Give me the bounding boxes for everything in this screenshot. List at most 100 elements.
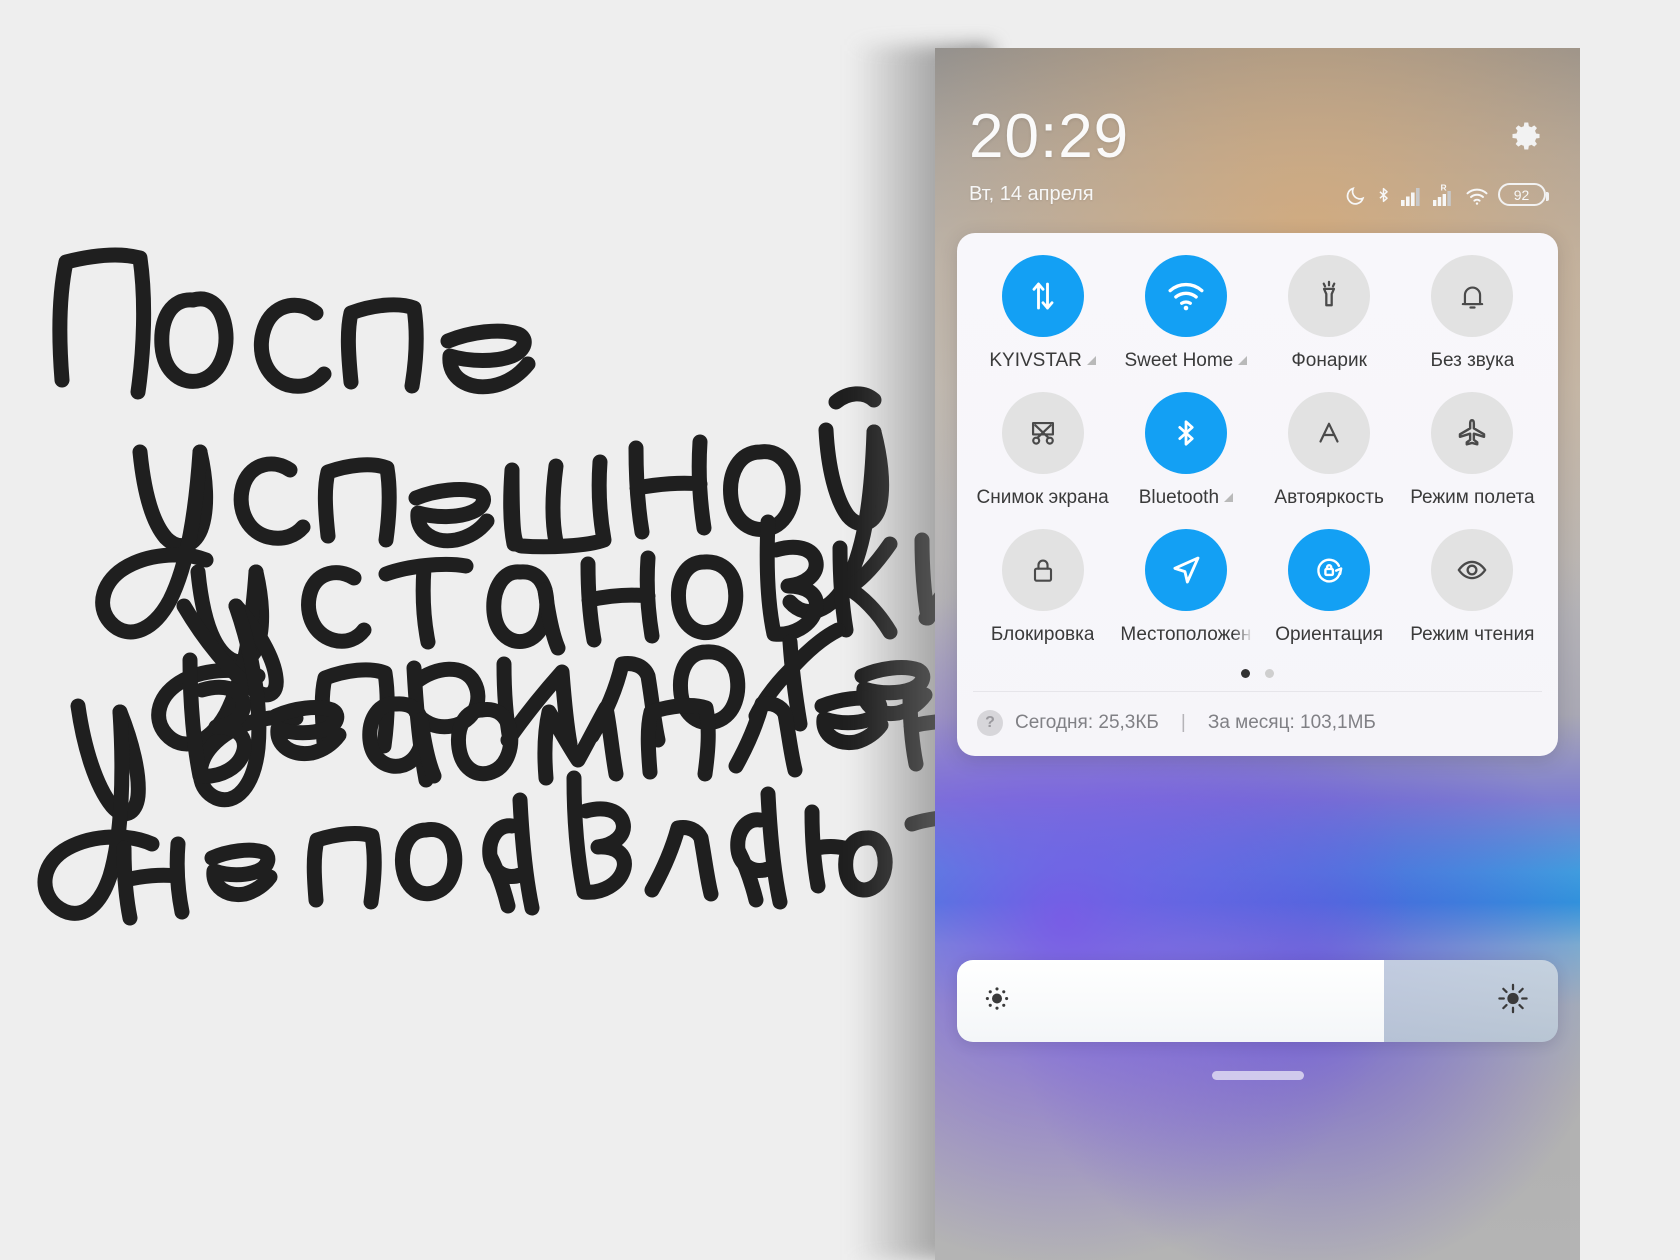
tile-label-text: Sweet Home <box>1124 350 1234 371</box>
eye-icon <box>1458 560 1487 580</box>
tile-icon-wrap <box>1144 255 1227 337</box>
tile-label: Режим чтения <box>1410 624 1534 646</box>
tile-label-text: Без звука <box>1430 350 1515 371</box>
data-usage-separator: | <box>1180 712 1186 733</box>
signal-corner-icon <box>1224 492 1234 502</box>
tile-label: KYIVSTAR <box>989 350 1096 372</box>
quick-settings-panel: KYIVSTAR Sweet Home Фонарик Без звука Сн… <box>957 233 1558 756</box>
tile-screenshot[interactable]: Снимок экрана <box>971 392 1114 523</box>
system-status-icons: R 92 <box>1345 182 1549 206</box>
tile-label: Режим полета <box>1410 487 1534 509</box>
tile-wifi[interactable]: Sweet Home <box>1114 255 1257 386</box>
tile-label: Фонарик <box>1291 350 1367 372</box>
page-indicator[interactable] <box>971 660 1544 691</box>
flashlight-icon <box>1322 280 1336 307</box>
tile-label-text: Блокировка <box>990 624 1095 645</box>
tile-label-text: Режим чтения <box>1410 624 1535 645</box>
tile-label: Без звука <box>1430 350 1514 372</box>
tile-label: Блокировка <box>991 624 1095 646</box>
tile-label: Bluetooth <box>1138 487 1234 509</box>
date-label: Вт, 14 апреля <box>969 182 1094 205</box>
signal-bars-icon <box>1401 188 1420 206</box>
tile-label-text: Местоположен <box>1120 624 1252 645</box>
tile-label-text: Bluetooth <box>1138 487 1220 508</box>
tile-silent[interactable]: Без звука <box>1401 255 1544 386</box>
svg-text:R: R <box>1441 183 1447 193</box>
tile-rotation-lock[interactable]: Ориентация <box>1258 529 1401 660</box>
rotation-lock-icon <box>1317 558 1343 583</box>
tile-icon-wrap <box>1431 529 1514 611</box>
annotation-line-6 <box>116 770 935 926</box>
status-bar-area: 20:29 Вт, 14 апреля R 92 <box>935 48 1580 206</box>
data-usage-row[interactable]: ? Сегодня: 25,3КБ | За месяц: 103,1МБ <box>971 692 1544 756</box>
annotation-line-4 <box>176 598 933 808</box>
signal-corner-icon <box>1086 355 1096 365</box>
tile-label: Местоположен <box>1120 624 1251 646</box>
settings-button[interactable] <box>1506 116 1546 156</box>
tile-icon-wrap <box>1431 392 1514 474</box>
question-mark-icon[interactable]: ? <box>977 710 1003 736</box>
signal-corner-icon <box>1238 355 1248 365</box>
location-arrow-icon <box>1173 556 1200 584</box>
gear-icon <box>1512 122 1540 150</box>
tile-icon-wrap <box>1431 255 1514 337</box>
annotation-line-5 <box>37 652 935 921</box>
tile-auto-brightness[interactable]: Автояркость <box>1258 392 1401 523</box>
tile-label-text: Снимок экрана <box>976 487 1109 508</box>
lock-icon <box>1033 559 1052 582</box>
tile-bluetooth[interactable]: Bluetooth <box>1114 392 1257 523</box>
page-dot-2[interactable] <box>1265 669 1274 678</box>
battery-percent: 92 <box>1513 186 1530 203</box>
tile-kyivstar[interactable]: KYIVSTAR <box>971 255 1114 386</box>
tile-icon-wrap <box>1001 392 1084 474</box>
home-indicator-bar[interactable] <box>1211 1071 1304 1080</box>
bluetooth-icon <box>1379 187 1388 203</box>
clock: 20:29 <box>969 102 1130 171</box>
tile-label: Sweet Home <box>1124 350 1248 372</box>
brightness-slider[interactable] <box>957 960 1558 1042</box>
screenshot-scissors-icon <box>1031 421 1054 445</box>
mobile-data-arrows-icon <box>1032 282 1054 310</box>
roaming-signal-bars-icon: R <box>1433 183 1451 206</box>
data-usage-today: Сегодня: 25,3КБ <box>1015 712 1159 733</box>
tile-label: Автояркость <box>1274 487 1383 509</box>
tile-location[interactable]: Местоположен <box>1114 529 1257 660</box>
tile-flashlight[interactable]: Фонарик <box>1258 255 1401 386</box>
tile-reading-mode[interactable]: Режим чтения <box>1401 529 1544 660</box>
tile-icon-wrap <box>1001 255 1084 337</box>
brightness-low-icon <box>982 984 1012 1019</box>
wifi-icon <box>1466 188 1488 205</box>
tile-label-text: Ориентация <box>1275 624 1384 645</box>
airplane-icon <box>1459 419 1486 446</box>
tile-label: Ориентация <box>1275 624 1383 646</box>
annotation-line-2 <box>95 386 890 640</box>
tile-label-text: KYIVSTAR <box>989 350 1082 371</box>
tile-icon-wrap <box>1144 392 1227 474</box>
tile-label-text: Автояркость <box>1274 487 1384 508</box>
wifi-icon <box>1168 282 1204 311</box>
quick-settings-tiles: KYIVSTAR Sweet Home Фонарик Без звука Сн… <box>971 255 1544 660</box>
tile-icon-wrap <box>1144 529 1227 611</box>
auto-brightness-a-icon <box>1319 422 1339 443</box>
tile-airplane-mode[interactable]: Режим полета <box>1401 392 1544 523</box>
data-usage-month: За месяц: 103,1МБ <box>1207 712 1376 733</box>
brightness-slider-fill <box>957 960 1384 1042</box>
battery-indicator: 92 <box>1498 183 1549 206</box>
tile-icon-wrap <box>1288 529 1371 611</box>
tile-icon-wrap <box>1288 392 1371 474</box>
screenshot-root: После успешной установки приложений увед… <box>0 0 1680 1260</box>
bell-icon <box>1461 286 1484 309</box>
annotation-line-1 <box>52 247 536 400</box>
tile-label: Снимок экрана <box>977 487 1109 509</box>
page-dot-1[interactable] <box>1241 669 1250 678</box>
do-not-disturb-moon-icon <box>1346 187 1365 205</box>
tile-icon-wrap <box>1001 529 1084 611</box>
tile-lock[interactable]: Блокировка <box>971 529 1114 660</box>
phone-screen: 20:29 Вт, 14 апреля R 92 KYIVSTAR Sweet … <box>935 48 1580 1260</box>
tile-label-text: Режим полета <box>1410 487 1535 508</box>
handwritten-annotation: После успешной установки приложений увед… <box>0 0 935 1260</box>
tile-label-text: Фонарик <box>1291 350 1367 371</box>
bluetooth-icon <box>1178 420 1194 446</box>
annotation-line-3 <box>151 514 935 752</box>
tile-icon-wrap <box>1288 255 1371 337</box>
